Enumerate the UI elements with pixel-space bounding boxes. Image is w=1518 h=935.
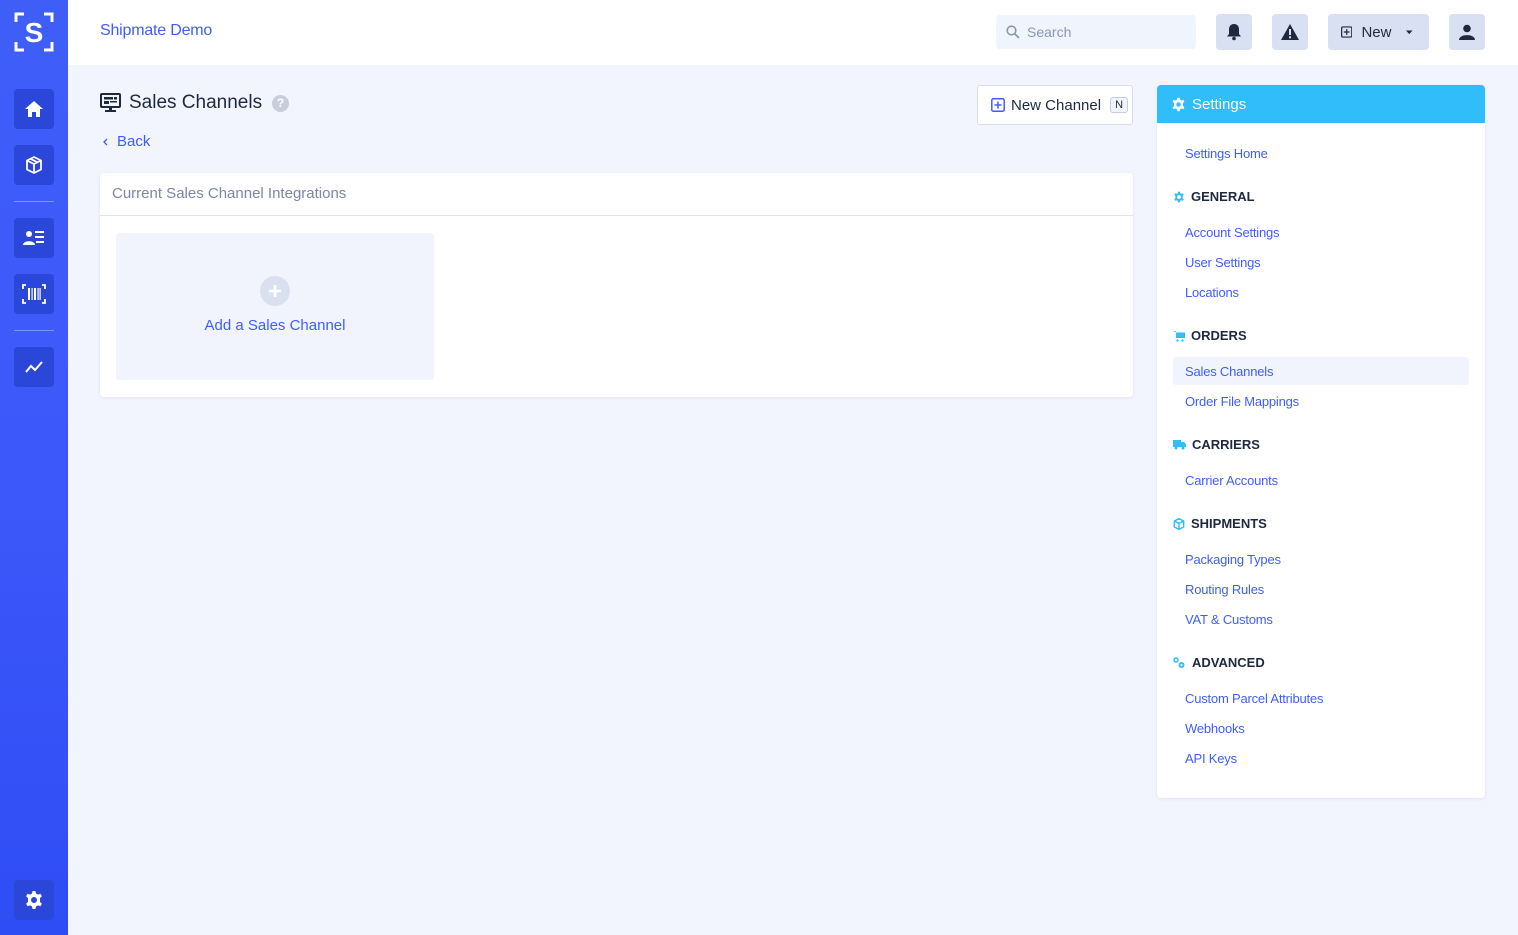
page-title: Sales Channels [129,92,263,113]
settings-link-account-settings[interactable]: Account Settings [1173,218,1469,246]
settings-link-packaging-types[interactable]: Packaging Types [1173,545,1469,573]
settings-link-sales-channels[interactable]: Sales Channels [1173,357,1469,385]
organization-name[interactable]: Shipmate Demo [100,22,212,40]
settings-link-vat-customs[interactable]: VAT & Customs [1173,605,1469,633]
settings-home-link[interactable]: Settings Home [1173,139,1469,167]
rail-reports-button[interactable] [14,347,54,387]
monitor-icon [100,93,121,112]
section-general: GENERAL [1173,189,1255,204]
settings-link-carrier-accounts[interactable]: Carrier Accounts [1173,466,1469,494]
settings-link-custom-parcel-attributes[interactable]: Custom Parcel Attributes [1173,684,1469,712]
keyboard-shortcut-badge: N [1110,97,1129,113]
plus-circle-icon [260,275,290,306]
settings-link-order-file-mappings[interactable]: Order File Mappings [1173,387,1469,415]
notifications-button[interactable] [1216,14,1252,50]
barcode-icon [22,284,46,304]
add-sales-channel-tile[interactable]: Add a Sales Channel [116,233,434,380]
contacts-icon [23,231,44,245]
warning-icon [1281,24,1299,40]
plus-square-icon [1341,26,1353,38]
cart-icon [1173,330,1185,342]
new-dropdown-button[interactable]: New [1328,14,1429,50]
package-icon [1173,517,1185,530]
rail-shipments-button[interactable] [14,145,54,185]
help-icon[interactable]: ? [272,94,290,112]
back-link[interactable]: Back [103,133,150,150]
shipmate-logo[interactable]: S [14,12,54,52]
gear-icon [1172,97,1185,111]
search-icon [1006,25,1020,39]
section-title: CARRIERS [1192,437,1260,452]
settings-link-locations[interactable]: Locations [1173,278,1469,306]
section-title: ADVANCED [1192,655,1265,670]
settings-title: Settings [1192,95,1247,113]
user-menu-button[interactable] [1449,14,1485,50]
section-orders: ORDERS [1173,328,1247,343]
rail-divider [14,330,54,331]
search-box[interactable] [996,15,1196,49]
card-header: Current Sales Channel Integrations [100,173,1133,216]
logo-icon: S [14,12,54,52]
plus-square-icon [991,98,1005,112]
back-label: Back [117,133,151,150]
rail-home-button[interactable] [14,89,54,129]
new-button-label: New [1361,23,1392,41]
user-icon [1459,24,1475,40]
top-bar: Shipmate Demo New [68,0,1518,65]
truck-icon [1173,440,1186,450]
section-title: SHIPMENTS [1191,516,1267,531]
settings-link-api-keys[interactable]: API Keys [1173,744,1469,772]
left-rail: S [0,0,68,935]
settings-panel: Settings Settings Home GENERAL Account S… [1157,85,1485,798]
alerts-button[interactable] [1272,14,1308,50]
search-input[interactable] [1027,24,1187,40]
settings-link-user-settings[interactable]: User Settings [1173,248,1469,276]
settings-link-routing-rules[interactable]: Routing Rules [1173,575,1469,603]
rail-contacts-button[interactable] [14,218,54,258]
gear-icon [1174,191,1184,202]
home-icon [25,101,43,117]
chevron-left-icon [103,138,108,145]
add-sales-channel-label: Add a Sales Channel [204,316,346,334]
section-title: ORDERS [1191,328,1247,343]
section-carriers: CARRIERS [1173,437,1260,452]
new-channel-label: New Channel [1011,96,1102,114]
chart-line-icon [25,361,43,373]
rail-settings-button[interactable] [14,880,54,920]
section-advanced: ADVANCED [1173,655,1265,670]
integrations-card: Current Sales Channel Integrations Add a… [100,173,1133,397]
gear-icon [26,891,42,909]
section-shipments: SHIPMENTS [1173,516,1267,531]
page-header: Sales Channels ? [100,92,290,114]
bell-icon [1227,24,1241,41]
settings-link-webhooks[interactable]: Webhooks [1173,714,1469,742]
cogs-icon [1173,656,1185,668]
rail-divider [14,201,54,202]
new-channel-button[interactable]: New Channel N [977,85,1133,125]
settings-header: Settings [1157,85,1485,123]
package-icon [26,156,42,174]
rail-scan-button[interactable] [14,274,54,314]
svg-text:S: S [25,17,44,48]
section-title: GENERAL [1191,189,1255,204]
caret-down-icon [1406,29,1413,34]
